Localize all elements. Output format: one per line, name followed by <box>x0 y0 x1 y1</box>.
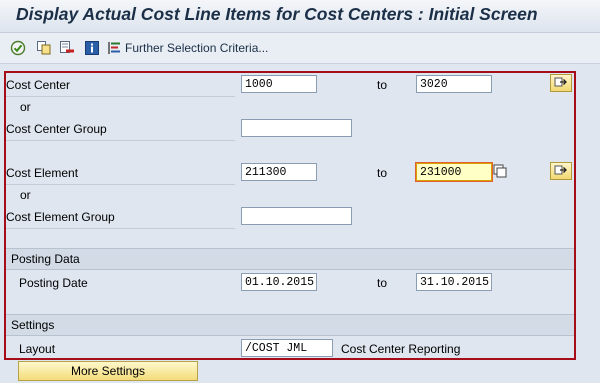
cost-center-to-label: to <box>377 78 388 92</box>
selection-criteria-icon[interactable] <box>107 40 123 56</box>
further-selection-criteria-button[interactable]: Further Selection Criteria... <box>125 41 268 55</box>
cost-center-from-field[interactable]: 1000 <box>241 75 317 93</box>
cost-element-to-label: to <box>377 166 388 180</box>
info-icon[interactable] <box>84 40 100 56</box>
layout-description: Cost Center Reporting <box>341 342 461 356</box>
row-divider <box>5 96 235 97</box>
arrow-right-icon <box>554 76 568 91</box>
posting-date-to-label: to <box>377 276 388 290</box>
cost-center-group-label: Cost Center Group <box>6 122 107 136</box>
or-label: or <box>20 188 31 202</box>
settings-title: Settings <box>11 318 55 332</box>
title-bar: Display Actual Cost Line Items for Cost … <box>0 0 600 33</box>
posting-date-label: Posting Date <box>19 276 88 290</box>
more-settings-button[interactable]: More Settings <box>18 361 198 381</box>
cost-center-to-field[interactable]: 3020 <box>416 75 492 93</box>
copy-selection-icon[interactable] <box>36 40 52 56</box>
cost-element-label: Cost Element <box>6 166 79 180</box>
cost-element-from-field[interactable]: 211300 <box>241 163 317 181</box>
cost-element-group-field[interactable] <box>241 207 352 225</box>
cost-element-group-label: Cost Element Group <box>6 210 115 224</box>
cost-center-label: Cost Center <box>6 78 71 92</box>
layout-label: Layout <box>19 342 56 356</box>
layout-field[interactable]: /COST JML <box>241 339 333 357</box>
settings-section-header: Settings <box>5 314 575 336</box>
application-toolbar: Further Selection Criteria... <box>0 33 600 64</box>
or-label: or <box>20 100 31 114</box>
cost-element-to-field[interactable]: 231000 <box>416 163 492 181</box>
multiple-selection-button[interactable] <box>550 162 572 180</box>
multiple-selection-button[interactable] <box>550 74 572 92</box>
posting-date-from-field[interactable]: 01.10.2015 <box>241 273 317 291</box>
posting-date-to-field[interactable]: 31.10.2015 <box>416 273 492 291</box>
screen-title: Display Actual Cost Line Items for Cost … <box>16 4 538 24</box>
delete-selection-icon[interactable] <box>59 40 75 56</box>
matchcode-icon[interactable] <box>493 164 507 178</box>
row-divider <box>5 184 235 185</box>
row-divider <box>5 228 235 229</box>
posting-data-title: Posting Data <box>11 252 80 266</box>
cost-center-group-field[interactable] <box>241 119 352 137</box>
row-divider <box>5 140 235 141</box>
posting-data-section-header: Posting Data <box>5 248 575 270</box>
execute-icon[interactable] <box>10 40 26 56</box>
arrow-right-icon <box>554 164 568 179</box>
